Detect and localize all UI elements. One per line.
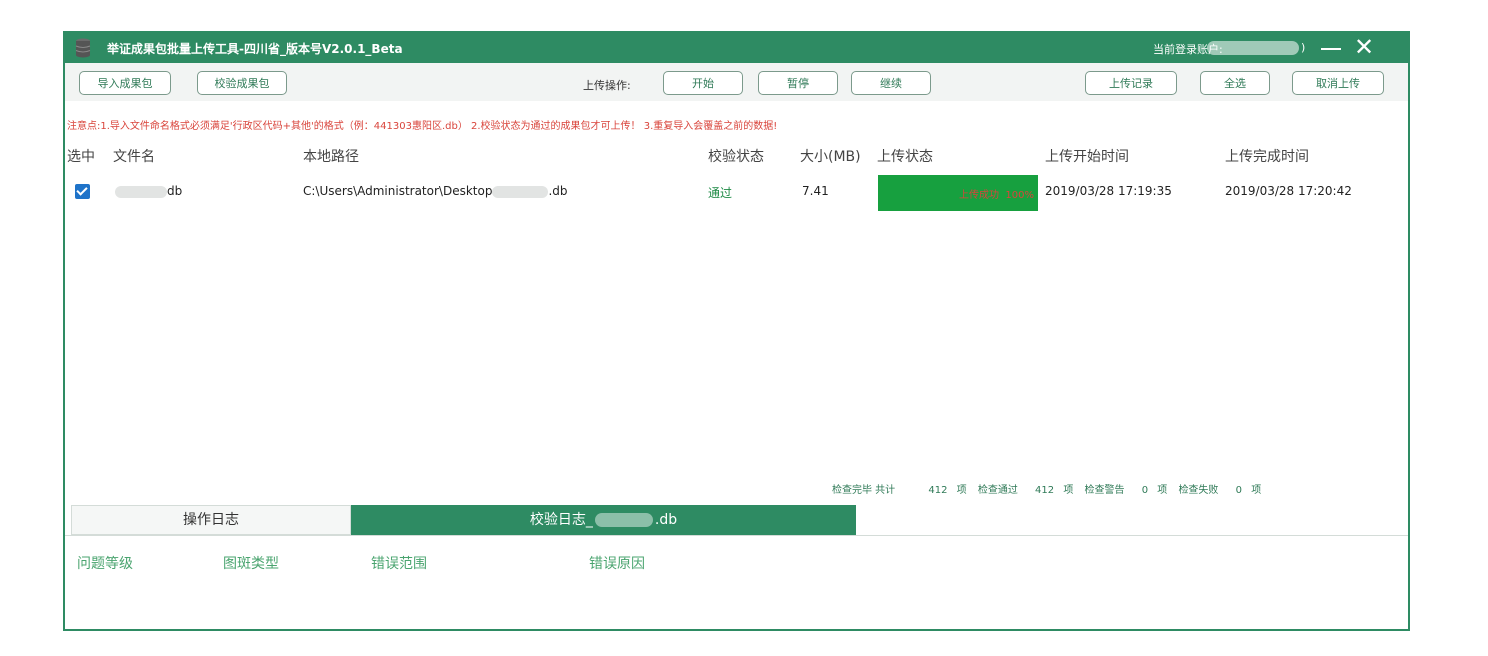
col-header-filename: 文件名 xyxy=(113,149,155,165)
pause-button[interactable]: 暂停 xyxy=(758,71,838,95)
summary-warn-label: 检查警告 xyxy=(1084,485,1125,496)
import-notice: 注意点:1.导入文件命名格式必须满足'行政区代码+其他'的格式（例：441303… xyxy=(67,121,778,132)
col-header-size: 大小(MB) xyxy=(800,149,861,165)
file-list-empty-area xyxy=(65,211,1408,503)
summary-warn: 0 xyxy=(1141,485,1149,496)
summary-pass-label: 检查通过 xyxy=(977,485,1018,496)
summary-item3: 项 xyxy=(1157,485,1168,496)
check-summary: 检查完毕 共计 412 项 检查通过 412 项 检查警告 0 项 检查失败 0… xyxy=(832,481,1261,496)
col-header-end-time: 上传完成时间 xyxy=(1225,149,1309,165)
tab-operation-log[interactable]: 操作日志 xyxy=(71,505,351,535)
file-name-redacted xyxy=(115,185,167,198)
row-select-checkbox[interactable] xyxy=(75,184,90,199)
summary-fail-label: 检查失败 xyxy=(1178,485,1219,496)
log-col-error-reason: 错误原因 xyxy=(589,556,645,572)
upload-progress-bar: 上传成功 100% xyxy=(878,175,1038,211)
upload-ops-label: 上传操作: xyxy=(583,79,631,92)
window-title: 举证成果包批量上传工具-四川省_版本号V2.0.1_Beta xyxy=(107,42,403,56)
tab-check-log-prefix: 校验日志_ xyxy=(529,512,593,528)
size-cell: 7.41 xyxy=(802,184,829,198)
col-header-path: 本地路径 xyxy=(303,149,359,165)
toolbar: 导入成果包 校验成果包 上传操作: 开始 暂停 继续 上传记录 全选 取消上传 xyxy=(65,63,1408,101)
summary-pass: 412 xyxy=(1035,485,1055,496)
log-col-error-scope: 错误范围 xyxy=(371,556,427,572)
path-redacted xyxy=(492,185,549,198)
tabs-divider xyxy=(65,535,1408,536)
select-all-button[interactable]: 全选 xyxy=(1200,71,1270,95)
upload-status-text: 上传成功 xyxy=(959,190,1000,201)
summary-done: 检查完毕 共计 xyxy=(832,485,896,496)
summary-fail: 0 xyxy=(1235,485,1242,496)
col-header-start-time: 上传开始时间 xyxy=(1045,149,1129,165)
summary-total: 412 xyxy=(928,485,948,496)
log-col-patch-type: 图斑类型 xyxy=(223,556,279,572)
file-name-cell: db xyxy=(115,184,182,198)
upload-percent-text: 100% xyxy=(1005,190,1034,201)
table-row[interactable]: db C:\Users\Administrator\Desktop .db 通过 … xyxy=(65,173,1408,211)
log-col-problem-level: 问题等级 xyxy=(77,556,133,572)
cancel-upload-button[interactable]: 取消上传 xyxy=(1292,71,1384,95)
app-window: 举证成果包批量上传工具-四川省_版本号V2.0.1_Beta 当前登录账户: )… xyxy=(63,31,1410,631)
account-tail: ) xyxy=(1301,41,1306,54)
col-header-upload-status: 上传状态 xyxy=(877,149,933,165)
title-bar: 举证成果包批量上传工具-四川省_版本号V2.0.1_Beta 当前登录账户: )… xyxy=(65,33,1408,63)
tab-check-log[interactable]: 校验日志_ .db xyxy=(351,505,856,535)
tab-check-log-suffix: .db xyxy=(654,512,678,528)
upload-history-button[interactable]: 上传记录 xyxy=(1085,71,1177,95)
path-suffix: .db xyxy=(548,184,568,198)
summary-item4: 项 xyxy=(1251,485,1262,496)
import-package-button[interactable]: 导入成果包 xyxy=(79,71,171,95)
start-button[interactable]: 开始 xyxy=(663,71,743,95)
upload-progress-label: 上传成功 100% xyxy=(959,186,1034,201)
col-header-verify-status: 校验状态 xyxy=(708,149,764,165)
close-button[interactable]: ✕ xyxy=(1349,33,1379,63)
database-icon xyxy=(75,38,91,58)
account-name-redacted xyxy=(1207,41,1299,55)
verify-package-button[interactable]: 校验成果包 xyxy=(197,71,287,95)
col-header-select: 选中 xyxy=(67,149,95,165)
path-prefix: C:\Users\Administrator\Desktop xyxy=(303,184,493,198)
verify-status-cell: 通过 xyxy=(708,186,733,200)
minimize-button[interactable] xyxy=(1317,37,1343,59)
summary-item2: 项 xyxy=(1063,485,1074,496)
start-time-cell: 2019/03/28 17:19:35 xyxy=(1045,184,1172,198)
continue-button[interactable]: 继续 xyxy=(851,71,931,95)
summary-item1: 项 xyxy=(956,485,967,496)
file-name-suffix: db xyxy=(167,184,183,198)
tab-check-log-redacted xyxy=(594,513,653,527)
local-path-cell: C:\Users\Administrator\Desktop .db xyxy=(303,184,568,198)
end-time-cell: 2019/03/28 17:20:42 xyxy=(1225,184,1352,198)
